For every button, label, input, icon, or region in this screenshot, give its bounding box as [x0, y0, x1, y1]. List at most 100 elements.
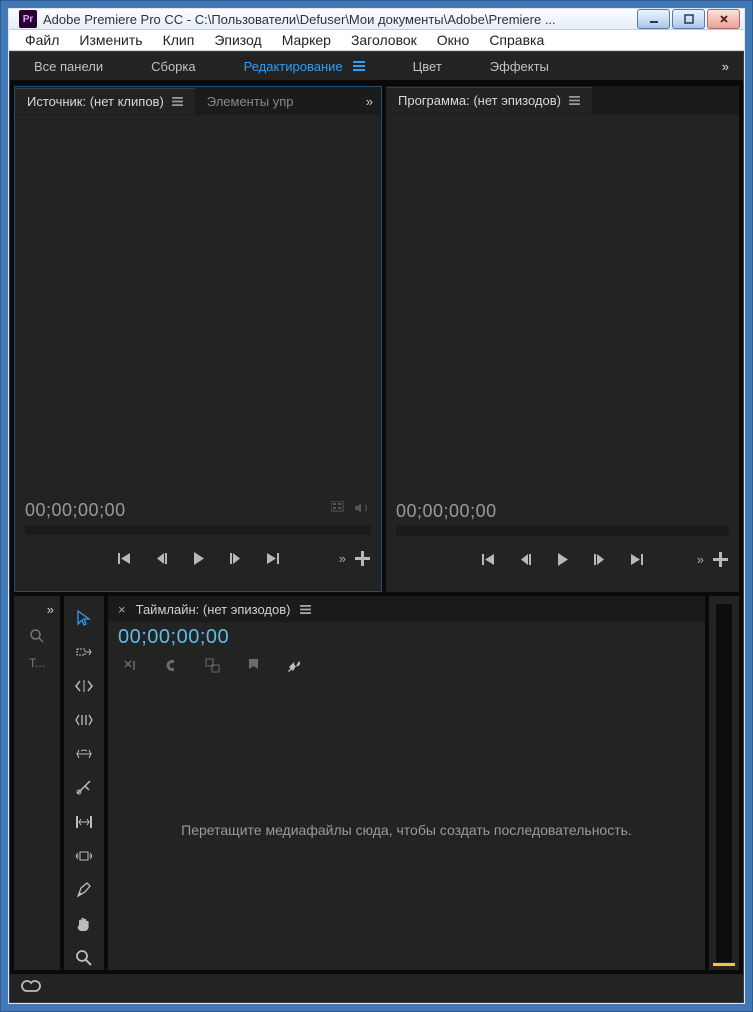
program-footer: 00;00;00;00	[386, 495, 739, 526]
menu-sequence[interactable]: Эпизод	[204, 30, 271, 50]
chevron-double-right-icon: »	[47, 602, 52, 617]
menu-file[interactable]: Файл	[15, 30, 69, 50]
play-button[interactable]	[190, 550, 207, 567]
lower-row: » Т... × Т	[10, 592, 743, 974]
workspace-color[interactable]: Цвет	[389, 52, 466, 80]
effect-controls-tab[interactable]: Элементы упр	[195, 89, 306, 114]
timeline-wrap: × Таймлайн: (нет эпизодов) 00;00;00;00 П…	[108, 596, 739, 970]
workspace-editing-label: Редактирование	[244, 59, 343, 74]
menu-bar: Файл Изменить Клип Эпизод Маркер Заголов…	[9, 30, 744, 51]
go-to-in-button[interactable]	[480, 551, 497, 568]
source-tab-menu-icon[interactable]	[172, 94, 183, 109]
menu-help[interactable]: Справка	[479, 30, 554, 50]
tool-palette	[64, 596, 104, 970]
step-back-button[interactable]	[153, 550, 170, 567]
timeline-tab-row: × Таймлайн: (нет эпизодов)	[108, 596, 705, 622]
insert-button[interactable]	[354, 550, 371, 567]
close-button[interactable]	[707, 9, 740, 29]
selection-tool[interactable]	[72, 606, 96, 630]
timeline-tab-menu-icon[interactable]	[300, 602, 311, 617]
timeline-header-icons	[108, 651, 705, 689]
program-tab-menu-icon[interactable]	[569, 93, 580, 108]
timeline-panel: × Таймлайн: (нет эпизодов) 00;00;00;00 П…	[108, 596, 705, 970]
program-transport: »	[386, 536, 739, 592]
timeline-settings-icon[interactable]	[286, 657, 303, 679]
snap-icon[interactable]	[122, 657, 139, 679]
track-select-forward-tool[interactable]	[72, 640, 96, 664]
lift-button[interactable]	[712, 551, 729, 568]
hand-tool[interactable]	[72, 912, 96, 936]
effect-controls-tab-label: Элементы упр	[207, 94, 294, 109]
app-body: Все панели Сборка Редактирование Цвет Эф…	[9, 51, 744, 1003]
source-tab-overflow[interactable]: »	[356, 94, 381, 109]
minimize-icon	[648, 13, 660, 25]
program-tab-row: Программа: (нет эпизодов)	[386, 86, 739, 114]
workspace-overflow[interactable]: »	[706, 59, 743, 74]
maximize-button[interactable]	[672, 9, 705, 29]
app-icon: Pr	[19, 10, 37, 28]
program-timecode[interactable]: 00;00;00;00	[396, 501, 497, 522]
workspace-all-panels[interactable]: Все панели	[10, 52, 127, 80]
drag-audio-icon[interactable]	[355, 501, 371, 520]
program-tab[interactable]: Программа: (нет эпизодов)	[386, 87, 592, 113]
slide-tool[interactable]	[72, 844, 96, 868]
source-scrubber[interactable]	[25, 525, 371, 535]
workspace-menu-icon[interactable]	[353, 59, 365, 74]
project-panel-collapsed[interactable]: » Т...	[14, 596, 60, 970]
monitors-row: Источник: (нет клипов) Элементы упр » 00…	[10, 82, 743, 592]
menu-window[interactable]: Окно	[427, 30, 480, 50]
minimize-button[interactable]	[637, 9, 670, 29]
workspace-effects[interactable]: Эффекты	[466, 52, 573, 80]
workspace-editing[interactable]: Редактирование	[220, 52, 389, 80]
creative-cloud-icon[interactable]	[20, 979, 42, 998]
step-forward-button[interactable]	[227, 550, 244, 567]
step-forward-button[interactable]	[591, 551, 608, 568]
title-bar[interactable]: Pr Adobe Premiere Pro CC - C:\Пользовате…	[9, 9, 744, 30]
close-icon	[718, 13, 730, 25]
drag-video-icon[interactable]	[331, 501, 347, 520]
audio-meter	[716, 604, 732, 962]
audio-meter-panel[interactable]	[709, 596, 739, 970]
menu-marker[interactable]: Маркер	[272, 30, 341, 50]
slip-tool[interactable]	[72, 810, 96, 834]
workspace-bar: Все панели Сборка Редактирование Цвет Эф…	[10, 52, 743, 82]
menu-edit[interactable]: Изменить	[69, 30, 152, 50]
project-panel-label: Т...	[14, 656, 60, 670]
source-tab[interactable]: Источник: (нет клипов)	[15, 88, 195, 114]
linked-selection-icon[interactable]	[163, 657, 180, 679]
program-scrubber[interactable]	[396, 526, 729, 536]
pen-tool[interactable]	[72, 878, 96, 902]
program-monitor-view[interactable]	[386, 114, 739, 495]
go-to-out-button[interactable]	[264, 550, 281, 567]
step-back-button[interactable]	[517, 551, 534, 568]
add-marker-icon[interactable]	[204, 657, 221, 679]
button-editor-icon[interactable]: »	[697, 552, 702, 567]
program-tab-label: Программа: (нет эпизодов)	[398, 93, 561, 108]
menu-clip[interactable]: Клип	[153, 30, 205, 50]
source-monitor-view[interactable]	[15, 115, 381, 494]
razor-tool[interactable]	[72, 776, 96, 800]
go-to-out-button[interactable]	[628, 551, 645, 568]
search-icon[interactable]	[14, 628, 60, 644]
rolling-edit-tool[interactable]	[72, 708, 96, 732]
source-transport: »	[15, 535, 381, 591]
project-panel-overflow[interactable]: »	[14, 596, 60, 622]
button-editor-icon[interactable]: »	[339, 551, 344, 566]
source-monitor-panel: Источник: (нет клипов) Элементы упр » 00…	[14, 86, 382, 592]
play-button[interactable]	[554, 551, 571, 568]
timeline-drop-area[interactable]: Перетащите медиафайлы сюда, чтобы создат…	[108, 689, 705, 970]
window-frame: Pr Adobe Premiere Pro CC - C:\Пользовате…	[0, 0, 753, 1012]
menu-title[interactable]: Заголовок	[341, 30, 427, 50]
zoom-tool[interactable]	[72, 946, 96, 970]
workspace-assembly[interactable]: Сборка	[127, 52, 220, 80]
rate-stretch-tool[interactable]	[72, 742, 96, 766]
maximize-icon	[683, 13, 695, 25]
ripple-edit-tool[interactable]	[72, 674, 96, 698]
window-title: Adobe Premiere Pro CC - C:\Пользователи\…	[43, 12, 637, 27]
timeline-tab-label[interactable]: Таймлайн: (нет эпизодов)	[136, 602, 291, 617]
marker-icon[interactable]	[245, 657, 262, 679]
go-to-in-button[interactable]	[116, 550, 133, 567]
source-timecode[interactable]: 00;00;00;00	[25, 500, 126, 521]
timeline-close-button[interactable]: ×	[108, 602, 136, 617]
timeline-timecode[interactable]: 00;00;00;00	[108, 622, 705, 651]
